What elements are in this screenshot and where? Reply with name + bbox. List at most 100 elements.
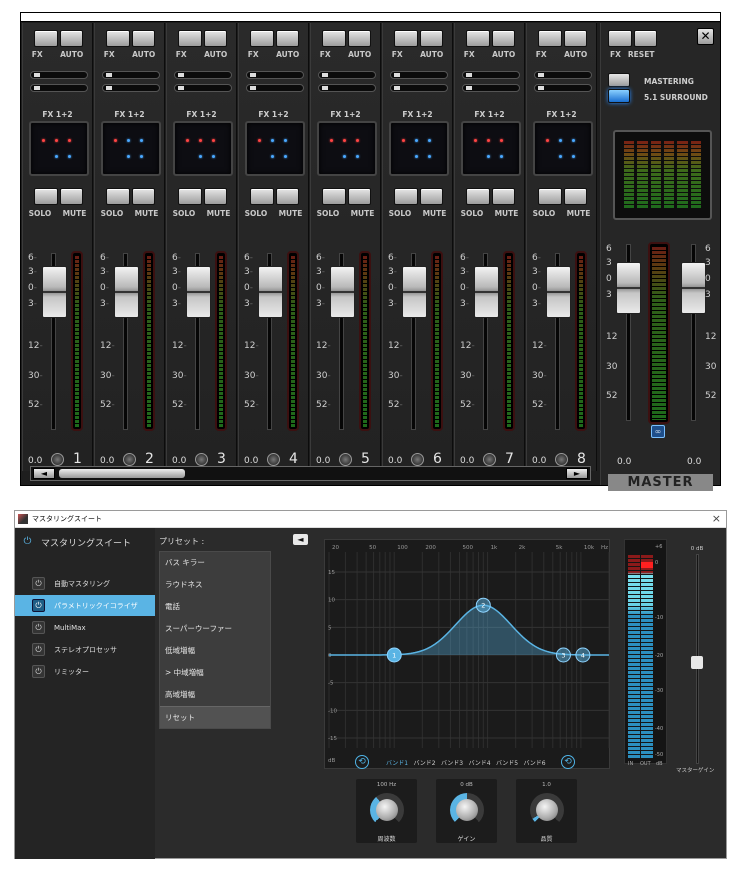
- auto-button[interactable]: [347, 30, 371, 47]
- auto-button[interactable]: [131, 30, 155, 47]
- sidebar-module-item[interactable]: ⏻ 自動マスタリング: [15, 573, 155, 594]
- solo-mute-buttons[interactable]: [250, 188, 299, 205]
- fx-auto-buttons[interactable]: [466, 30, 515, 47]
- solo-mute-buttons[interactable]: [34, 188, 83, 205]
- send-slider[interactable]: [534, 71, 592, 79]
- solo-button[interactable]: [106, 188, 130, 205]
- band-tab[interactable]: バンド4: [469, 758, 491, 767]
- fx-auto-buttons[interactable]: [106, 30, 155, 47]
- channel-fader[interactable]: [114, 266, 139, 318]
- channel-fader[interactable]: [186, 266, 211, 318]
- preset-item[interactable]: リセット: [160, 706, 270, 728]
- band-tab[interactable]: バンド3: [441, 758, 463, 767]
- pan-knob[interactable]: [483, 453, 496, 466]
- preset-item[interactable]: ラウドネス: [160, 574, 270, 596]
- fx-auto-buttons[interactable]: [538, 30, 587, 47]
- band-tab[interactable]: バンド2: [414, 758, 436, 767]
- channel-fader[interactable]: [402, 266, 427, 318]
- mute-button[interactable]: [563, 188, 587, 205]
- auto-button[interactable]: [491, 30, 515, 47]
- master-reset-button[interactable]: [633, 30, 657, 47]
- preset-item[interactable]: バス キラー: [160, 552, 270, 574]
- parameter-knob[interactable]: [370, 793, 404, 827]
- send-slider[interactable]: [102, 71, 160, 79]
- fx-auto-buttons[interactable]: [250, 30, 299, 47]
- surround-button[interactable]: [608, 89, 630, 103]
- auto-button[interactable]: [203, 30, 227, 47]
- auto-button[interactable]: [275, 30, 299, 47]
- scrollbar-thumb[interactable]: [59, 469, 185, 478]
- master-gain-slider[interactable]: 0 dB: [685, 546, 709, 768]
- mute-button[interactable]: [491, 188, 515, 205]
- parameter-knob[interactable]: [530, 793, 564, 827]
- send-slider[interactable]: [462, 84, 520, 92]
- parameter-knob[interactable]: [450, 793, 484, 827]
- send-slider[interactable]: [102, 84, 160, 92]
- window-close-icon[interactable]: ×: [712, 512, 721, 525]
- fx-button[interactable]: [466, 30, 490, 47]
- solo-mute-buttons[interactable]: [106, 188, 155, 205]
- pan-knob[interactable]: [339, 453, 352, 466]
- fx-button[interactable]: [538, 30, 562, 47]
- channel-fader[interactable]: [546, 266, 571, 318]
- fx-button[interactable]: [322, 30, 346, 47]
- send-slider[interactable]: [174, 71, 232, 79]
- preset-item[interactable]: 低域増幅: [160, 640, 270, 662]
- fx-button[interactable]: [178, 30, 202, 47]
- close-icon[interactable]: ✕: [697, 28, 714, 45]
- channel-fader[interactable]: [330, 266, 355, 318]
- preset-item[interactable]: スーパーウーファー: [160, 618, 270, 640]
- send-slider[interactable]: [390, 84, 448, 92]
- solo-button[interactable]: [538, 188, 562, 205]
- fx-button[interactable]: [106, 30, 130, 47]
- solo-button[interactable]: [322, 188, 346, 205]
- send-slider[interactable]: [30, 84, 88, 92]
- fx-auto-buttons[interactable]: [34, 30, 83, 47]
- send-slider[interactable]: [30, 71, 88, 79]
- solo-mute-buttons[interactable]: [178, 188, 227, 205]
- solo-mute-buttons[interactable]: [322, 188, 371, 205]
- solo-mute-buttons[interactable]: [466, 188, 515, 205]
- pan-knob[interactable]: [195, 453, 208, 466]
- power-icon[interactable]: ⏻: [32, 599, 45, 612]
- pan-knob[interactable]: [411, 453, 424, 466]
- send-slider[interactable]: [246, 84, 304, 92]
- power-icon[interactable]: ⏻: [32, 665, 45, 678]
- pan-knob[interactable]: [51, 453, 64, 466]
- send-slider[interactable]: [462, 71, 520, 79]
- power-icon[interactable]: ⏻: [32, 621, 45, 634]
- mute-button[interactable]: [347, 188, 371, 205]
- solo-button[interactable]: [250, 188, 274, 205]
- back-arrow-icon[interactable]: ◄: [293, 534, 308, 545]
- master-fader-left[interactable]: [616, 262, 641, 314]
- fx-auto-buttons[interactable]: [394, 30, 443, 47]
- auto-button[interactable]: [59, 30, 83, 47]
- mixer-horizontal-scrollbar[interactable]: ◄ ►: [30, 466, 591, 481]
- pan-knob[interactable]: [123, 453, 136, 466]
- mute-button[interactable]: [203, 188, 227, 205]
- send-slider[interactable]: [174, 84, 232, 92]
- solo-button[interactable]: [466, 188, 490, 205]
- band-prev-icon[interactable]: ⟲: [355, 755, 369, 769]
- scroll-right-icon[interactable]: ►: [566, 468, 588, 479]
- send-slider[interactable]: [318, 71, 376, 79]
- mute-button[interactable]: [59, 188, 83, 205]
- master-fx-reset-buttons[interactable]: [608, 30, 657, 47]
- mute-button[interactable]: [419, 188, 443, 205]
- pan-knob[interactable]: [267, 453, 280, 466]
- preset-item[interactable]: 電話: [160, 596, 270, 618]
- mute-button[interactable]: [131, 188, 155, 205]
- fx-button[interactable]: [34, 30, 58, 47]
- auto-button[interactable]: [563, 30, 587, 47]
- send-slider[interactable]: [318, 84, 376, 92]
- power-icon[interactable]: ⏻: [21, 536, 34, 549]
- eq-graph[interactable]: 20 50 100 200 500 1k 2k 5k 10k Hz 15 10 5 0 -5 -10 -15 dB…: [324, 539, 610, 769]
- band-next-icon[interactable]: ⟲: [561, 755, 575, 769]
- sidebar-module-item[interactable]: ⏻ リミッター: [15, 661, 155, 682]
- master-fx-button[interactable]: [608, 30, 632, 47]
- preset-item[interactable]: > 中域増幅: [160, 662, 270, 684]
- solo-button[interactable]: [394, 188, 418, 205]
- slider-thumb[interactable]: [691, 656, 703, 669]
- solo-button[interactable]: [178, 188, 202, 205]
- mastering-button[interactable]: [608, 73, 630, 87]
